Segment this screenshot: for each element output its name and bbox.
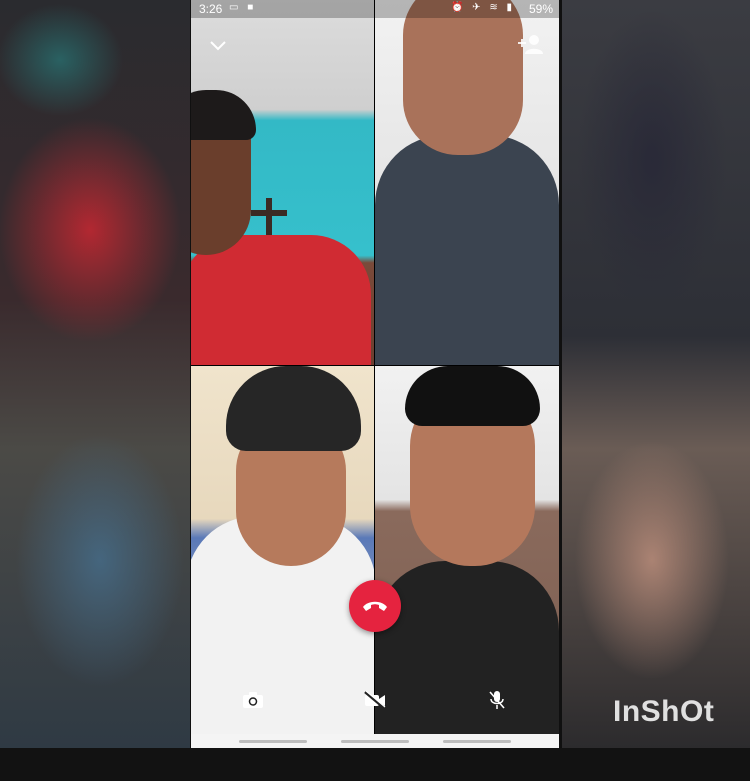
inshot-watermark: InShOt <box>613 695 715 728</box>
bottom-letterbox <box>0 748 750 781</box>
participant-video-3 <box>191 366 374 748</box>
end-call-button[interactable] <box>349 580 401 632</box>
video-toggle-button[interactable] <box>363 688 387 712</box>
status-bar: 3:26 ▭ ■ ⏰ ✈ ≋ ▮ 59% <box>191 0 559 18</box>
battery-level: 59% <box>528 2 553 16</box>
nav-home[interactable] <box>341 740 409 743</box>
video-off-icon <box>364 691 386 709</box>
participant-video-4 <box>375 366 559 748</box>
nav-back[interactable] <box>443 740 511 743</box>
participant-video-1 <box>191 0 374 365</box>
mute-button[interactable] <box>485 688 509 712</box>
system-navigation-bar <box>191 734 559 748</box>
phone-hangup-icon <box>363 601 387 611</box>
blurred-background-left <box>0 0 190 748</box>
status-system-icons: ⏰ ✈ ≋ ▮ <box>450 2 515 13</box>
add-person-icon[interactable] <box>516 32 546 56</box>
status-time: 3:26 <box>199 2 223 16</box>
camera-switch-button[interactable] <box>241 688 265 712</box>
phone-screen: 3:26 ▭ ■ ⏰ ✈ ≋ ▮ 59% <box>191 0 559 748</box>
mic-off-icon <box>489 691 505 709</box>
status-notification-icons: ▭ ■ <box>229 2 257 13</box>
blurred-background-right <box>562 0 750 748</box>
camera-switch-icon <box>243 692 263 708</box>
chevron-down-icon[interactable] <box>207 36 229 54</box>
nav-recent[interactable] <box>239 740 307 743</box>
